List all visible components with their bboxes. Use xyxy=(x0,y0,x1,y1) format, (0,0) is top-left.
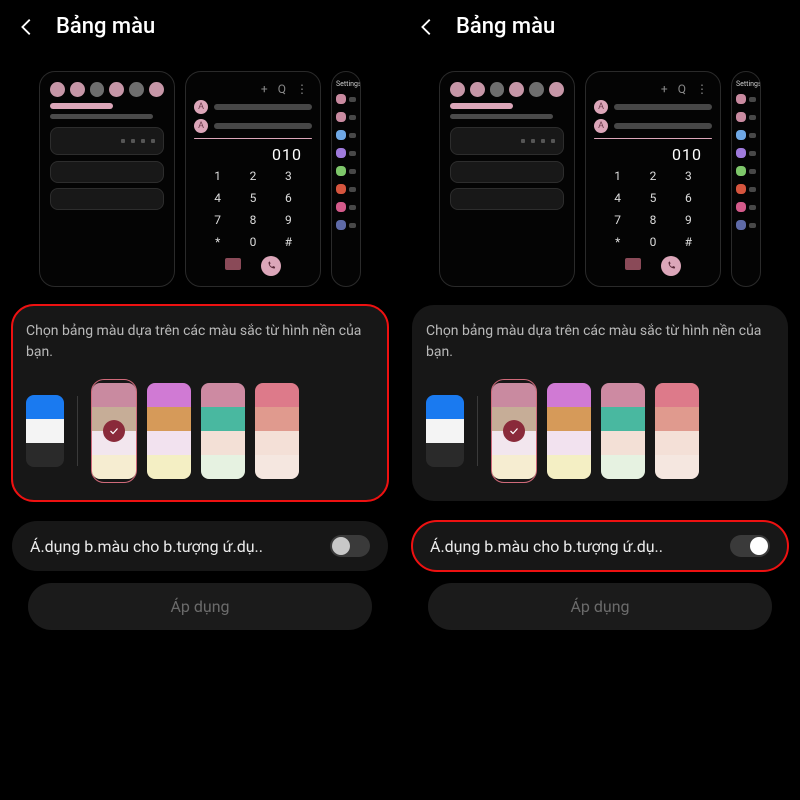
palette-description: Chọn bảng màu dựa trên các màu sắc từ hì… xyxy=(426,321,774,363)
checkmark-icon xyxy=(503,420,525,442)
dialer-display: 010 xyxy=(194,143,312,166)
apply-button[interactable]: Áp dụng xyxy=(428,583,772,630)
video-icon xyxy=(225,258,241,270)
preview-dialer[interactable]: +Q⋮ A A 010 123 456 789 *0# xyxy=(185,71,321,287)
preview-quicksettings[interactable] xyxy=(439,71,575,287)
palette-list xyxy=(426,379,774,483)
toggle-label: Á.dụng b.màu cho b.tượng ứ.dụ.. xyxy=(430,537,663,556)
media-stub xyxy=(50,127,164,155)
phone-left: Bảng màu +Q⋮ A A 010 123 xyxy=(0,0,400,800)
palette-list xyxy=(26,379,374,483)
dialer-display: 010 xyxy=(594,143,712,166)
page-title: Bảng màu xyxy=(456,14,555,39)
call-button xyxy=(261,256,281,276)
toggle-label: Á.dụng b.màu cho b.tượng ứ.dụ.. xyxy=(30,537,263,556)
palette-option-4[interactable] xyxy=(655,383,699,479)
palette-option-1[interactable] xyxy=(91,379,137,483)
palette-option-3[interactable] xyxy=(601,383,645,479)
phone-right: Bảng màu +Q⋮ A A 010 123 456 789 xyxy=(400,0,800,800)
palette-option-2[interactable] xyxy=(147,383,191,479)
palette-option-3[interactable] xyxy=(201,383,245,479)
palette-option-4[interactable] xyxy=(255,383,299,479)
checkmark-icon xyxy=(103,420,125,442)
toggle-switch[interactable] xyxy=(330,535,370,557)
preview-settings[interactable]: Settings xyxy=(731,71,761,287)
keypad: 123 456 789 *0# xyxy=(194,166,312,252)
back-icon[interactable] xyxy=(16,16,38,38)
video-icon xyxy=(625,258,641,270)
palette-option-1[interactable] xyxy=(491,379,537,483)
more-icon: ⋮ xyxy=(696,82,708,96)
preview-settings[interactable]: Settings xyxy=(331,71,361,287)
apply-to-icons-row[interactable]: Á.dụng b.màu cho b.tượng ứ.dụ.. xyxy=(12,521,388,571)
preview-row: +Q⋮ A A 010 123 456 789 *0# Settings xyxy=(0,47,400,295)
plus-icon: + xyxy=(261,82,268,96)
back-icon[interactable] xyxy=(416,16,438,38)
more-icon: ⋮ xyxy=(296,82,308,96)
preview-row: +Q⋮ A A 010 123 456 789 *0# Settings xyxy=(400,47,800,295)
keypad: 123 456 789 *0# xyxy=(594,166,712,252)
header: Bảng màu xyxy=(0,0,400,47)
header: Bảng màu xyxy=(400,0,800,47)
search-q: Q xyxy=(278,82,286,96)
page-title: Bảng màu xyxy=(56,14,155,39)
toggle-switch[interactable] xyxy=(730,535,770,557)
apply-to-icons-row[interactable]: Á.dụng b.màu cho b.tượng ứ.dụ.. xyxy=(412,521,788,571)
palette-description: Chọn bảng màu dựa trên các màu sắc từ hì… xyxy=(26,321,374,363)
plus-icon: + xyxy=(661,82,668,96)
call-button xyxy=(661,256,681,276)
media-stub xyxy=(450,127,564,155)
preview-quicksettings[interactable] xyxy=(39,71,175,287)
palette-section: Chọn bảng màu dựa trên các màu sắc từ hì… xyxy=(12,305,388,501)
palette-basic[interactable] xyxy=(26,395,64,467)
palette-basic[interactable] xyxy=(426,395,464,467)
preview-dialer[interactable]: +Q⋮ A A 010 123 456 789 *0# xyxy=(585,71,721,287)
apply-button[interactable]: Áp dụng xyxy=(28,583,372,630)
search-q: Q xyxy=(678,82,686,96)
palette-section: Chọn bảng màu dựa trên các màu sắc từ hì… xyxy=(412,305,788,501)
palette-option-2[interactable] xyxy=(547,383,591,479)
